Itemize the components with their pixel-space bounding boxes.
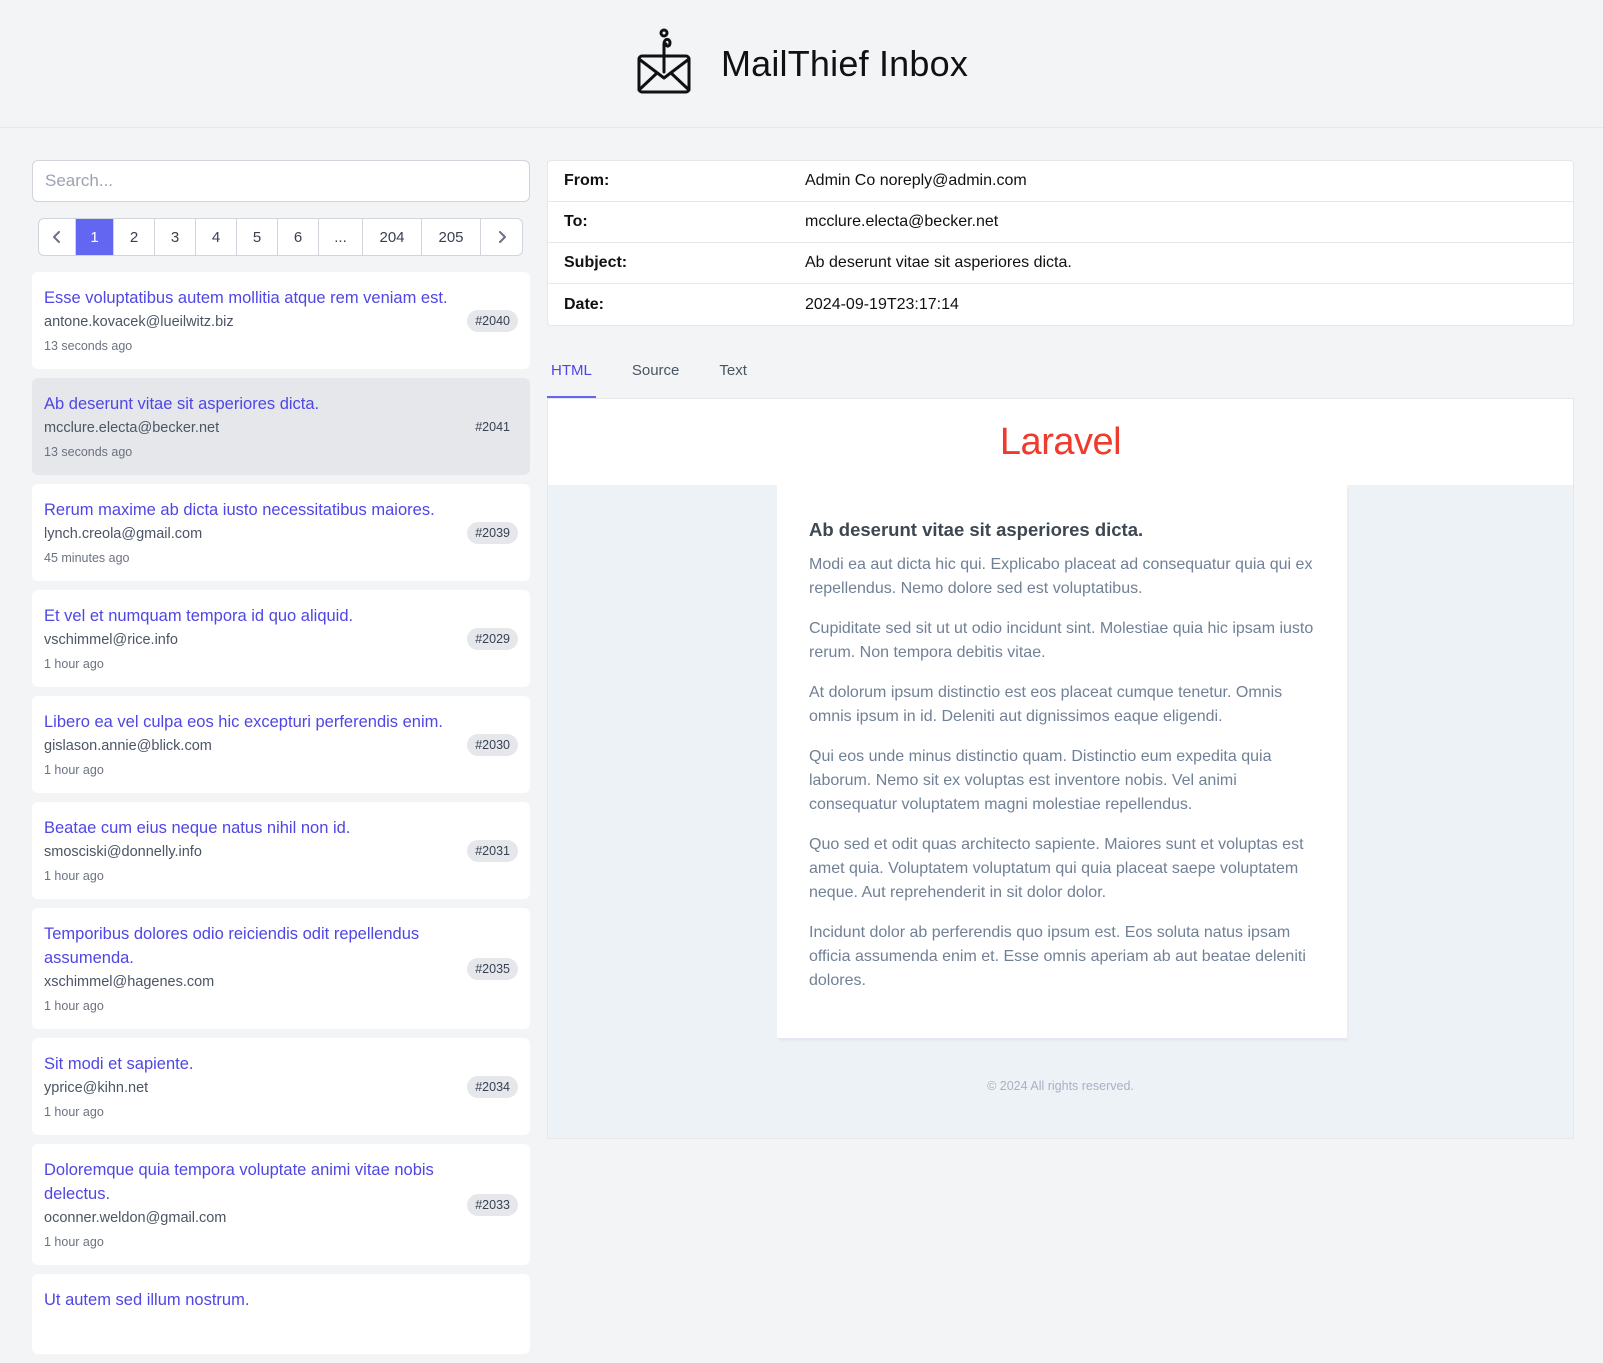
mail-subject-link[interactable]: Sit modi et sapiente. [44,1052,518,1076]
page-button-5[interactable]: 5 [237,219,278,255]
app-title: MailThief Inbox [720,42,969,84]
mail-sender: mcclure.electa@becker.net [44,420,220,436]
header-row-date: Date: 2024-09-19T23:17:14 [548,284,1573,325]
mail-time: 1 hour ago [44,1105,104,1119]
mail-sender: gislason.annie@blick.com [44,738,212,754]
mail-time: 1 hour ago [44,869,104,883]
chevron-right-icon [498,231,506,243]
mail-sender: oconner.weldon@gmail.com [44,1210,227,1226]
app-header: MailThief Inbox [0,0,1603,128]
mail-list-item-selected[interactable]: Ab deserunt vitae sit asperiores dicta. … [32,378,530,475]
mail-sender: xschimmel@hagenes.com [44,974,215,990]
header-row-subject: Subject: Ab deserunt vitae sit asperiore… [548,243,1573,284]
mail-sender: yprice@kihn.net [44,1080,149,1096]
mail-sender: lynch.creola@gmail.com [44,526,203,542]
email-body-card: Ab deserunt vitae sit asperiores dicta. … [777,485,1347,1038]
page-button-205[interactable]: 205 [422,219,481,255]
pagination-prev-button[interactable] [39,219,76,255]
to-label: To: [564,213,588,230]
mail-time: 1 hour ago [44,657,104,671]
header-row-from: From: Admin Co noreply@admin.com [548,161,1573,202]
mail-sender: vschimmel@rice.info [44,632,178,648]
from-label: From: [564,172,610,189]
mail-time: 1 hour ago [44,999,104,1013]
sidebar: 1 2 3 4 5 6 ... 204 205 Esse voluptatibu… [32,160,530,1363]
date-label: Date: [564,295,605,313]
date-value: 2024-09-19T23:17:14 [805,295,959,313]
mail-list-item[interactable]: Doloremque quia tempora voluptate animi … [32,1144,530,1265]
from-value: Admin Co noreply@admin.com [805,172,1027,189]
mail-list: Esse voluptatibus autem mollitia atque r… [32,272,530,1354]
page-ellipsis: ... [319,219,363,255]
message-view: From: Admin Co noreply@admin.com To: mcc… [547,160,1574,1139]
mail-time: 1 hour ago [44,763,104,777]
envelope-hook-icon [637,28,691,93]
message-headers: From: Admin Co noreply@admin.com To: mcc… [547,160,1574,326]
mail-id-badge: #2034 [467,1075,518,1098]
mail-sender: antone.kovacek@lueilwitz.biz [44,314,234,330]
header-row-to: To: mcclure.electa@becker.net [548,202,1573,243]
mail-list-item[interactable]: Rerum maxime ab dicta iusto necessitatib… [32,484,530,581]
mail-list-item[interactable]: Sit modi et sapiente. yprice@kihn.net 1 … [32,1038,530,1135]
email-heading: Ab deserunt vitae sit asperiores dicta. [809,519,1144,540]
brand-logo[interactable]: Laravel [1000,421,1122,464]
view-tabs: HTML Source Text [547,348,1574,398]
mail-subject-link[interactable]: Ab deserunt vitae sit asperiores dicta. [44,392,518,416]
mail-subject-link[interactable]: Esse voluptatibus autem mollitia atque r… [44,286,518,310]
page-button-3[interactable]: 3 [155,219,196,255]
mail-id-badge: #2040 [467,309,518,332]
mail-list-item[interactable]: Beatae cum eius neque natus nihil non id… [32,802,530,899]
tab-source[interactable]: Source [628,348,684,398]
mail-id-badge: #2033 [467,1193,518,1216]
mail-id-badge: #2031 [467,839,518,862]
subject-label: Subject: [564,254,628,271]
mail-subject-link[interactable]: Rerum maxime ab dicta iusto necessitatib… [44,498,518,522]
mail-id-badge: #2030 [467,733,518,756]
email-paragraph: Qui eos unde minus distinctio quam. Dist… [809,748,1272,813]
email-paragraph: Modi ea aut dicta hic qui. Explicabo pla… [809,556,1313,597]
to-value: mcclure.electa@becker.net [805,213,999,230]
email-paragraph: Incidunt dolor ab perferendis quo ipsum … [809,924,1306,989]
page-button-2[interactable]: 2 [114,219,155,255]
mail-time: 1 hour ago [44,1235,104,1249]
mail-subject-link[interactable]: Beatae cum eius neque natus nihil non id… [44,816,518,840]
search-input[interactable] [32,160,530,202]
mail-subject-link[interactable]: Libero ea vel culpa eos hic excepturi pe… [44,710,518,734]
mail-list-item[interactable]: Temporibus dolores odio reiciendis odit … [32,908,530,1029]
mail-subject-link[interactable]: Ut autem sed illum nostrum. [44,1288,518,1312]
mail-subject-link[interactable]: Temporibus dolores odio reiciendis odit … [44,922,518,970]
mail-id-badge: #2029 [467,627,518,650]
page-button-1[interactable]: 1 [76,219,114,255]
mail-subject-link[interactable]: Et vel et numquam tempora id quo aliquid… [44,604,518,628]
chevron-left-icon [53,231,60,243]
email-paragraph: Cupiditate sed sit ut ut odio incidunt s… [809,620,1314,661]
preview-brand-bar: Laravel [548,399,1573,485]
mail-sender: smosciski@donnelly.info [44,844,202,860]
mail-id-badge: #2041 [475,419,510,434]
mail-time: 45 minutes ago [44,551,130,565]
email-footer: © 2024 All rights reserved. [987,1079,1134,1093]
mail-list-item[interactable]: Esse voluptatibus autem mollitia atque r… [32,272,530,369]
mail-list-item[interactable]: Libero ea vel culpa eos hic excepturi pe… [32,696,530,793]
mail-time: 13 seconds ago [44,339,133,353]
pagination: 1 2 3 4 5 6 ... 204 205 [38,218,523,256]
tab-html[interactable]: HTML [547,348,596,398]
subject-value: Ab deserunt vitae sit asperiores dicta. [805,254,1072,271]
mail-id-badge: #2035 [467,957,518,980]
mail-time: 13 seconds ago [44,445,133,459]
mail-subject-link[interactable]: Doloremque quia tempora voluptate animi … [44,1158,518,1206]
mail-list-item[interactable]: Et vel et numquam tempora id quo aliquid… [32,590,530,687]
page-button-204[interactable]: 204 [363,219,422,255]
mail-id-badge: #2039 [467,521,518,544]
pagination-next-button[interactable] [481,219,522,255]
mail-list-item[interactable]: Ut autem sed illum nostrum. [32,1274,530,1354]
tab-text[interactable]: Text [715,348,751,398]
page-button-4[interactable]: 4 [196,219,237,255]
page-button-6[interactable]: 6 [278,219,319,255]
email-paragraph: At dolorum ipsum distinctio est eos plac… [809,684,1283,725]
email-paragraph: Quo sed et odit quas architecto sapiente… [809,836,1304,901]
html-preview: Laravel Ab deserunt vitae sit asperiores… [547,398,1574,1139]
